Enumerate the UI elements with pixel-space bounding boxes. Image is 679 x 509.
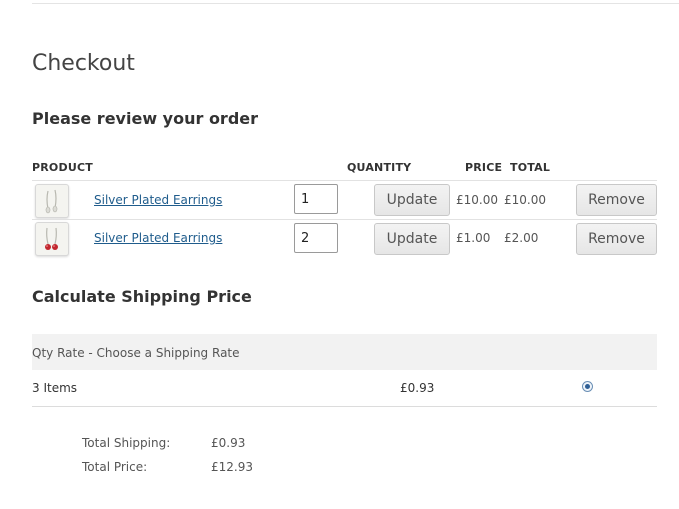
item-price: £1.00 [456,231,491,245]
shipping-method-header: Qty Rate - Choose a Shipping Rate [32,334,657,370]
remove-button[interactable]: Remove [576,223,657,255]
item-total: £2.00 [504,231,539,245]
top-divider [32,3,679,4]
page-title: Checkout [32,51,135,76]
item-total: £10.00 [504,193,546,207]
cart-row-divider [32,219,657,220]
total-price-value: £12.93 [211,460,253,474]
earrings-thumbnail-icon[interactable] [35,184,69,218]
review-heading: Please review your order [32,109,259,128]
shipping-option-radio[interactable] [582,381,593,392]
shipping-divider [32,406,657,407]
col-product-header: PRODUCT [32,161,93,174]
quantity-input[interactable] [294,223,338,253]
total-shipping-label: Total Shipping: [82,436,171,450]
update-button[interactable]: Update [374,184,450,216]
col-price-header: PRICE [465,161,503,174]
quantity-input[interactable] [294,184,338,214]
col-total-header: TOTAL [510,161,551,174]
shipping-option-label: 3 Items [32,381,78,395]
remove-button[interactable]: Remove [576,184,657,216]
product-link[interactable]: Silver Plated Earrings [94,193,222,207]
item-price: £10.00 [456,193,498,207]
update-button[interactable]: Update [374,223,450,255]
total-shipping-value: £0.93 [211,436,246,450]
shipping-method-label: Qty Rate - Choose a Shipping Rate [32,346,240,360]
shipping-option-amount: £0.93 [400,381,435,395]
total-price-label: Total Price: [82,460,148,474]
product-link[interactable]: Silver Plated Earrings [94,231,222,245]
red-earrings-thumbnail-icon[interactable] [35,222,69,256]
shipping-heading: Calculate Shipping Price [32,287,252,306]
cart-row-divider [32,180,657,181]
col-quantity-header: QUANTITY [347,161,412,174]
